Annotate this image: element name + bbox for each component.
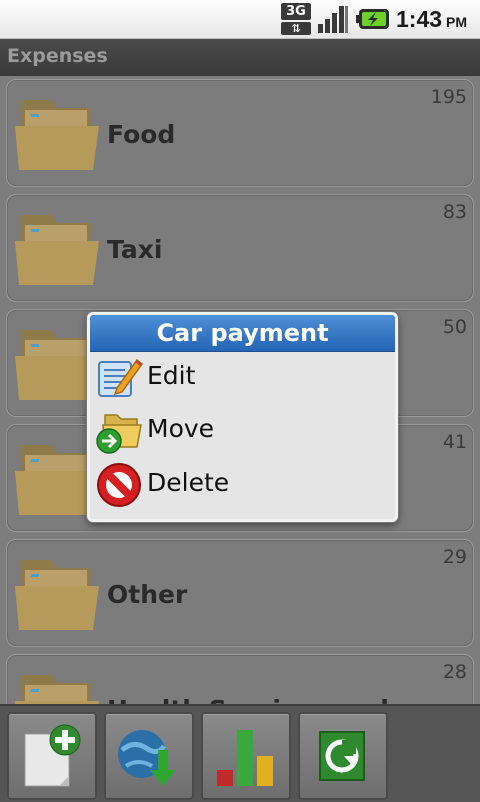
category-count: 29 — [442, 546, 467, 568]
category-count: 50 — [442, 316, 467, 338]
menu-item-edit[interactable]: Edit — [90, 352, 395, 404]
menu-item-label: Move — [147, 414, 215, 443]
page-title: Expenses — [7, 45, 108, 67]
clock: 1:43 PM — [396, 6, 467, 34]
title-bar: Expenses — [0, 39, 480, 76]
category-count: 83 — [442, 201, 467, 223]
reports-button[interactable] — [201, 712, 291, 800]
network-3g-icon: 3G ⇅ — [281, 3, 311, 35]
download-button[interactable] — [104, 712, 194, 800]
folder-icon — [15, 560, 99, 630]
add-button[interactable] — [7, 712, 97, 800]
refresh-icon — [319, 731, 365, 781]
category-name: Taxi — [107, 235, 163, 264]
menu-item-delete[interactable]: Delete — [90, 459, 395, 511]
sync-button[interactable] — [298, 712, 388, 800]
data-activity-icon: ⇅ — [281, 22, 311, 35]
folder-icon — [15, 215, 99, 285]
move-folder-icon — [96, 414, 142, 454]
list-item[interactable]: Health Services and 28 — [6, 654, 474, 704]
menu-item-move[interactable]: Move — [90, 405, 395, 457]
category-name: Food — [107, 120, 176, 149]
add-document-icon — [24, 724, 81, 787]
category-name: Health Services and — [107, 695, 389, 704]
menu-item-label: Edit — [147, 361, 196, 390]
status-bar: 3G ⇅ 1:43 PM — [0, 0, 480, 39]
bottom-toolbar — [0, 704, 480, 802]
category-count: 28 — [442, 661, 467, 683]
category-name: Other — [107, 580, 188, 609]
signal-icon — [318, 6, 348, 33]
globe-download-icon — [118, 730, 176, 786]
clock-ampm: PM — [446, 14, 468, 30]
battery-charging-icon — [356, 9, 389, 29]
folder-icon — [15, 675, 99, 704]
edit-icon — [98, 358, 143, 397]
network-type: 3G — [281, 3, 311, 20]
list-item[interactable]: Taxi 83 — [6, 194, 474, 302]
dialog-title: Car payment — [90, 315, 395, 352]
category-count: 41 — [442, 431, 467, 453]
delete-icon — [97, 463, 141, 507]
clock-time: 1:43 — [396, 6, 443, 32]
list-item[interactable]: Other 29 — [6, 539, 474, 647]
list-item[interactable]: Food 195 — [6, 79, 474, 187]
menu-item-label: Delete — [147, 468, 230, 497]
folder-icon — [15, 100, 99, 170]
category-count: 195 — [430, 86, 467, 108]
bar-chart-icon — [217, 730, 273, 786]
context-menu-dialog: Car payment Edit Move Delete — [87, 312, 398, 522]
